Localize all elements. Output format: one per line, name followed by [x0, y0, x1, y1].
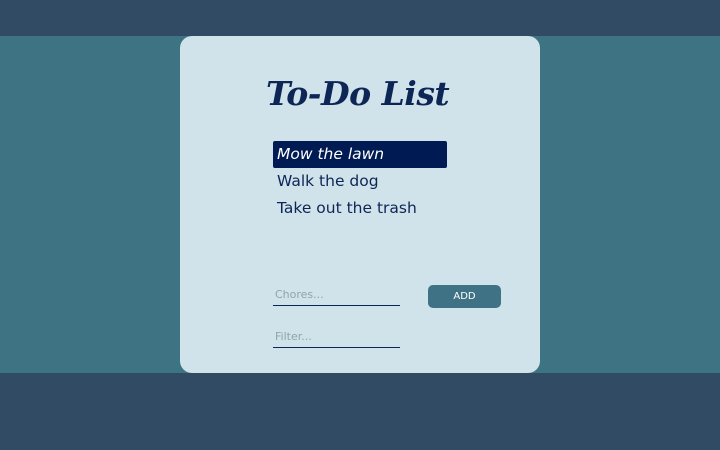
todo-item-mow-the-lawn[interactable]: Mow the lawn [273, 141, 447, 168]
add-button[interactable]: ADD [428, 285, 501, 308]
todo-item-walk-the-dog[interactable]: Walk the dog [273, 168, 447, 195]
todo-card: To-Do List Mow the lawn Walk the dog Tak… [180, 36, 540, 373]
todo-item-take-out-the-trash[interactable]: Take out the trash [273, 195, 447, 222]
todo-list: Mow the lawn Walk the dog Take out the t… [273, 141, 447, 222]
page: To-Do List Mow the lawn Walk the dog Tak… [0, 0, 720, 450]
filter-input[interactable] [273, 326, 400, 348]
chores-input[interactable] [273, 284, 400, 306]
page-title: To-Do List [266, 74, 450, 113]
